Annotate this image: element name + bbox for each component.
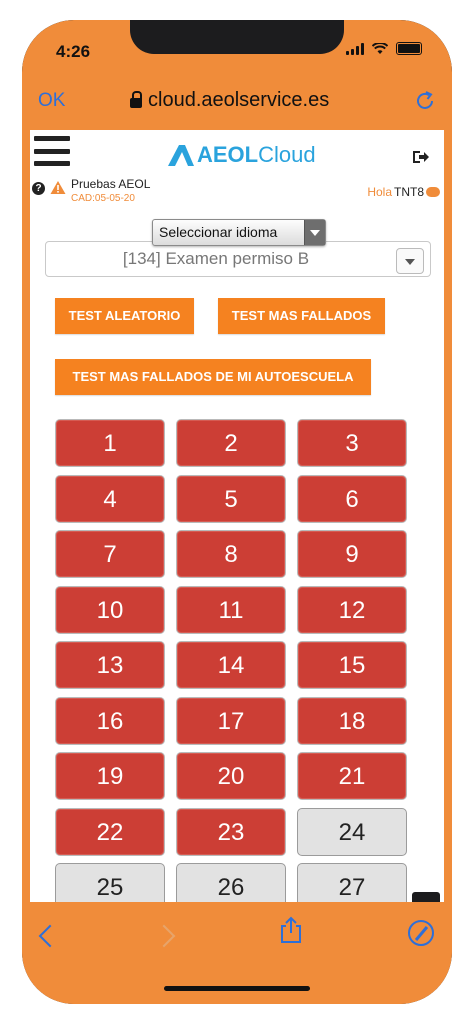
browser-url-bar: OK cloud.aeolservice.es [22, 80, 452, 128]
random-test-button[interactable]: TEST ALEATORIO [55, 298, 194, 334]
test-button[interactable]: 9 [297, 530, 407, 578]
test-button[interactable]: 19 [55, 752, 165, 800]
test-button[interactable]: 2 [176, 419, 286, 467]
user-greeting[interactable]: Hola TNT8 [367, 185, 440, 199]
test-button[interactable]: 12 [297, 586, 407, 634]
test-button[interactable]: 24 [297, 808, 407, 856]
reload-icon[interactable] [412, 88, 438, 114]
wifi-icon [372, 42, 388, 54]
test-button[interactable]: 20 [176, 752, 286, 800]
exam-select-value: [134] Examen permiso B [122, 249, 310, 268]
web-content: AEOL Cloud ? Pruebas AEOL CAD:05-05-20 H… [30, 130, 444, 902]
language-select[interactable]: Seleccionar idioma [152, 219, 326, 246]
test-button[interactable]: 4 [55, 475, 165, 523]
most-failed-school-button[interactable]: TEST MAS FALLADOS DE MI AUTOESCUELA [55, 359, 371, 395]
test-button[interactable]: 27 [297, 863, 407, 902]
aeol-logo-mark [168, 145, 194, 166]
test-button[interactable]: 3 [297, 419, 407, 467]
test-button[interactable]: 21 [297, 752, 407, 800]
cloud-upload-icon [426, 187, 440, 197]
test-button[interactable]: 11 [176, 586, 286, 634]
notch [130, 20, 344, 54]
chevron-down-icon [396, 248, 424, 274]
most-failed-button[interactable]: TEST MAS FALLADOS [218, 298, 385, 334]
lock-icon [130, 90, 142, 108]
test-button[interactable]: 22 [55, 808, 165, 856]
battery-icon [396, 42, 422, 55]
user-name: TNT8 [394, 185, 424, 199]
compass-icon[interactable] [408, 920, 434, 946]
ok-button[interactable]: OK [38, 90, 65, 112]
test-button[interactable]: 16 [55, 697, 165, 745]
test-button[interactable]: 10 [55, 586, 165, 634]
phone-frame: 4:26 OK cloud.aeolservice.es AEOL Cloud … [22, 20, 452, 1004]
test-button[interactable]: 7 [55, 530, 165, 578]
status-time: 4:26 [56, 42, 91, 61]
url-display[interactable]: cloud.aeolservice.es [130, 89, 329, 112]
test-button[interactable]: 26 [176, 863, 286, 902]
test-button[interactable]: 23 [176, 808, 286, 856]
back-icon[interactable] [38, 924, 62, 948]
test-button[interactable]: 17 [176, 697, 286, 745]
test-button[interactable]: 8 [176, 530, 286, 578]
greeting-text: Hola [367, 185, 392, 199]
help-icon[interactable]: ? [32, 182, 45, 195]
test-button[interactable]: 18 [297, 697, 407, 745]
test-button[interactable]: 15 [297, 641, 407, 689]
home-indicator [164, 986, 310, 991]
status-icons [346, 42, 422, 55]
share-icon[interactable] [280, 916, 302, 944]
screen: 4:26 OK cloud.aeolservice.es AEOL Cloud … [22, 20, 452, 1004]
test-button[interactable]: 5 [176, 475, 286, 523]
exam-select[interactable]: [134] Examen permiso B [45, 241, 431, 277]
chevron-down-icon [304, 220, 325, 245]
url-text: cloud.aeolservice.es [148, 89, 330, 111]
test-button[interactable]: 6 [297, 475, 407, 523]
logout-icon[interactable] [412, 150, 430, 164]
test-button[interactable]: 13 [55, 641, 165, 689]
cad-date: CAD:05-05-20 [71, 193, 135, 204]
logo-text-bold: AEOL [197, 142, 259, 167]
forward-icon[interactable] [152, 924, 176, 948]
logo-text-light: Cloud [258, 142, 316, 167]
test-button[interactable]: 25 [55, 863, 165, 902]
school-name: Pruebas AEOL [71, 177, 151, 191]
test-button[interactable]: 14 [176, 641, 286, 689]
aeol-logo: AEOL Cloud [166, 142, 316, 168]
signal-icon [346, 42, 364, 55]
language-select-label: Seleccionar idioma [159, 224, 278, 240]
test-button[interactable]: 1 [55, 419, 165, 467]
warning-icon [50, 181, 66, 194]
menu-icon[interactable] [34, 136, 70, 166]
